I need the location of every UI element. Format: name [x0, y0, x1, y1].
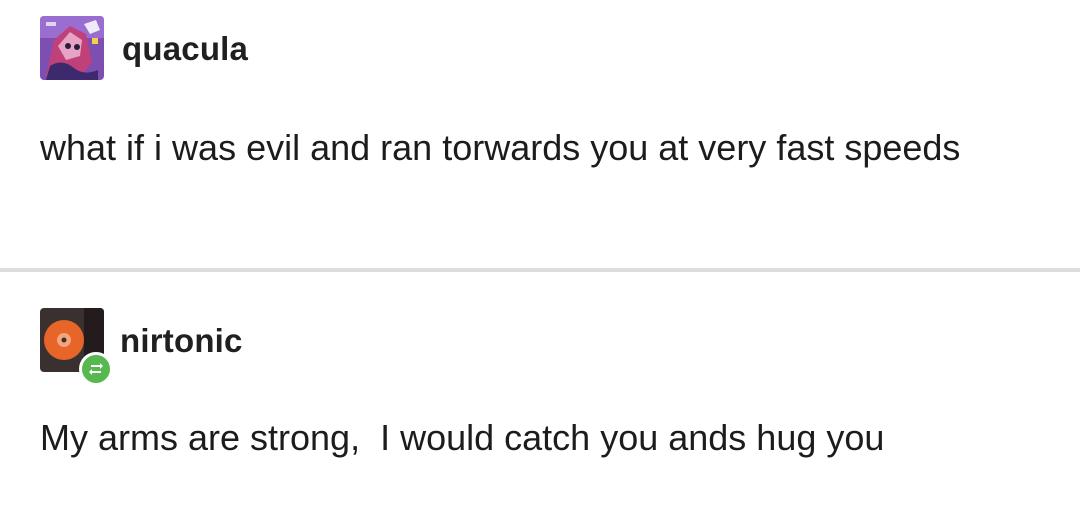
username[interactable]: quacula — [122, 29, 248, 69]
username[interactable]: nirtonic — [120, 321, 243, 361]
post-text: what if i was evil and ran torwards you … — [40, 127, 961, 168]
reblog-icon — [89, 363, 103, 375]
post-text: My arms are strong, I would catch you an… — [40, 417, 885, 458]
anime-character-avatar-icon — [40, 16, 104, 80]
reblog-badge — [79, 352, 113, 386]
avatar[interactable] — [40, 16, 104, 80]
post-quacula: quacula what if i was evil and ran torwa… — [0, 0, 1080, 268]
post-nirtonic: nirtonic My arms are strong, I would cat… — [0, 272, 1080, 521]
